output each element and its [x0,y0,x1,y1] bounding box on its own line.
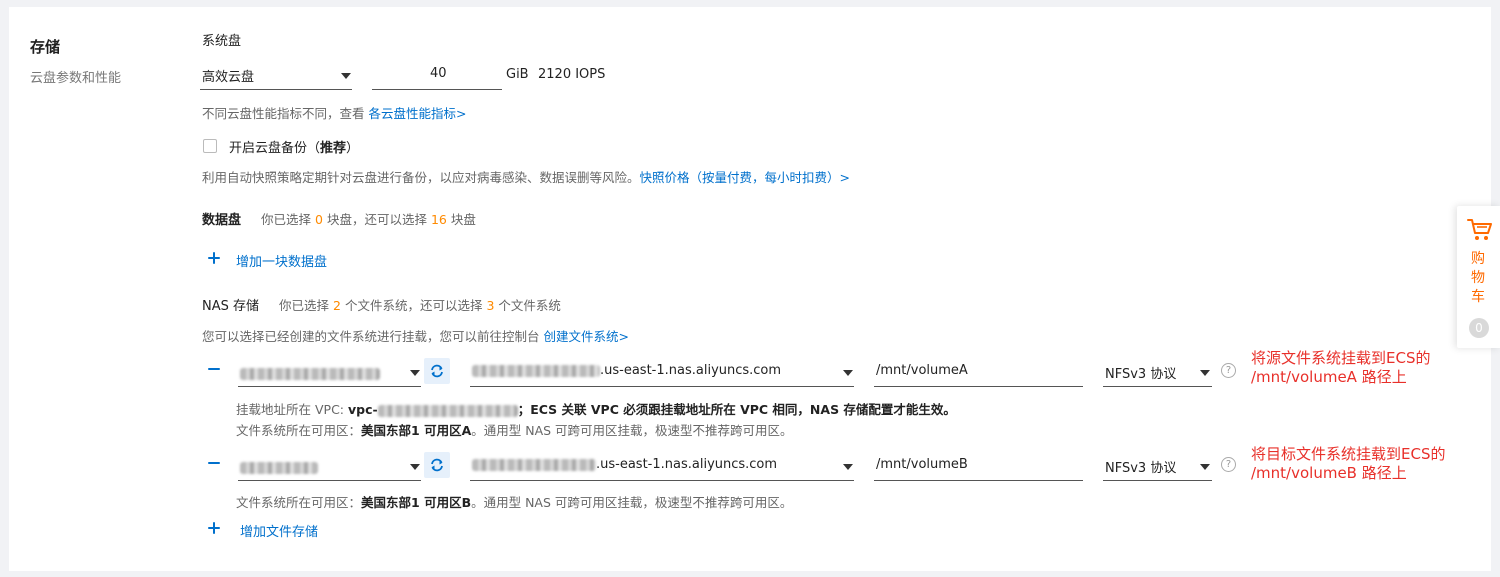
refresh-a-button[interactable] [424,358,450,384]
snapshot-price-link[interactable]: 快照价格（按量付费，每小时扣费）> [640,170,850,185]
mount-path-b-value: /mnt/volumeB [876,457,968,472]
help-icon[interactable]: ? [1221,457,1236,472]
mount-target-a-value: .us-east-1.nas.aliyuncs.com [472,363,781,378]
file-system-b-select[interactable] [238,451,421,481]
cart-label: 购物车 [1471,251,1485,305]
file-system-b-value [240,460,318,475]
help-icon[interactable]: ? [1221,363,1236,378]
chevron-down-icon [1200,370,1210,376]
refresh-b-button[interactable] [424,452,450,478]
protocol-a-select[interactable]: NFSv3 协议 [1103,357,1212,387]
annotation-mount-a-line1: 将源文件系统挂载到ECS的 [1251,349,1431,367]
add-data-disk-button[interactable]: 增加一块数据盘 [236,251,327,270]
nas-remaining-count: 3 [486,298,495,313]
data-disk-status-mid: 块盘，还可以选择 [326,212,427,227]
vpc-warning: ；ECS 关联 VPC 必须跟挂载地址所在 VPC 相同，NAS 存储配置才能生… [517,402,956,417]
nas-status: 你已选择 2 个文件系统，还可以选择 3 个文件系统 [279,295,561,314]
annotation-mount-b: 将目标文件系统挂载到ECS的 /mnt/volumeB 路径上 [1251,445,1445,483]
annotation-mount-b-line2: /mnt/volumeB 路径上 [1251,464,1407,482]
vpc-note-a: 挂载地址所在 VPC: vpc- ；ECS 关联 VPC 必须跟挂载地址所在 VP… [236,399,956,418]
backup-checkbox[interactable] [203,139,217,153]
remove-mount-b-icon[interactable] [203,452,225,474]
data-disk-selected-count: 0 [315,212,323,227]
zone-a-value: 美国东部1 可用区A [361,423,472,438]
file-system-a-select[interactable] [238,357,421,387]
system-disk-unit: GiB [506,67,529,82]
nas-selected-count: 2 [333,298,341,313]
annotation-mount-a: 将源文件系统挂载到ECS的 /mnt/volumeA 路径上 [1251,349,1430,387]
mount-target-a-select[interactable]: .us-east-1.nas.aliyuncs.com [470,357,854,387]
storage-card: 存储 云盘参数和性能 系统盘 高效云盘 40 GiB 2120 IOPS 不同云… [9,7,1491,571]
protocol-b-value: NFSv3 协议 [1105,461,1177,476]
chevron-down-icon [843,464,853,470]
add-file-storage-button[interactable]: 增加文件存储 [240,521,318,540]
chevron-down-icon [410,464,420,470]
zone-b-value: 美国东部1 可用区B [361,495,472,510]
vpc-label: 挂载地址所在 VPC: [236,402,345,417]
create-file-system-link[interactable]: 创建文件系统> [544,329,629,344]
nas-note-text: 您可以选择已经创建的文件系统进行挂载，您可以前往控制台 [202,329,540,344]
shopping-cart-tab[interactable]: 购物车 0 [1457,206,1500,348]
backup-label[interactable]: 开启云盘备份（推荐） [229,137,359,156]
zone-b-note: 。通用型 NAS 可跨可用区挂载，极速型不推荐跨可用区。 [471,495,793,510]
mount-target-a-suffix: .us-east-1.nas.aliyuncs.com [600,363,782,378]
data-disk-status-pre: 你已选择 [261,212,312,227]
zone-a-label: 文件系统所在可用区： [236,423,362,438]
system-disk-type-select[interactable]: 高效云盘 [200,60,352,90]
nas-status-post: 个文件系统 [498,298,561,313]
cart-count-badge: 0 [1469,318,1489,338]
protocol-b-select[interactable]: NFSv3 协议 [1103,451,1212,481]
section-subtitle: 云盘参数和性能 [30,71,122,86]
vpc-prefix: vpc- [348,402,378,417]
file-system-a-value [240,366,380,381]
disk-performance-note: 不同云盘性能指标不同，查看 各云盘性能指标> [202,103,466,122]
annotation-mount-a-line2: /mnt/volumeA 路径上 [1251,368,1407,386]
chevron-down-icon [410,370,420,376]
nas-note: 您可以选择已经创建的文件系统进行挂载，您可以前往控制台 创建文件系统> [202,326,629,345]
backup-description-text: 利用自动快照策略定期针对云盘进行备份，以应对病毒感染、数据误删等风险。 [202,170,640,185]
disk-performance-text: 不同云盘性能指标不同，查看 [202,106,365,121]
section-title: 存储 [30,38,61,56]
backup-label-text: 开启云盘备份（ [229,141,321,156]
system-disk-size-value: 40 [430,66,447,81]
nas-status-mid: 个文件系统，还可以选择 [344,298,483,313]
data-disk-label: 数据盘 [202,213,242,228]
refresh-icon [431,364,443,378]
chevron-down-icon [843,370,853,376]
zone-note-a: 文件系统所在可用区：美国东部1 可用区A。通用型 NAS 可跨可用区挂载，极速型… [236,420,793,439]
system-disk-size-input[interactable]: 40 [372,60,502,90]
cart-icon [1467,219,1492,240]
mount-target-b-select[interactable]: .us-east-1.nas.aliyuncs.com [470,451,854,481]
protocol-a-value: NFSv3 协议 [1105,367,1177,382]
backup-description: 利用自动快照策略定期针对云盘进行备份，以应对病毒感染、数据误删等风险。快照价格（… [202,167,850,186]
chevron-down-icon [1200,464,1210,470]
nas-label: NAS 存储 [202,299,260,314]
system-disk-type-value: 高效云盘 [202,70,255,85]
data-disk-status-post: 块盘 [450,212,476,227]
zone-b-label: 文件系统所在可用区： [236,495,362,510]
data-disk-status: 你已选择 0 块盘，还可以选择 16 块盘 [261,209,476,228]
system-disk-label: 系统盘 [202,34,242,49]
chevron-down-icon [341,73,351,79]
mount-path-b-input[interactable]: /mnt/volumeB [874,451,1083,481]
disk-performance-link[interactable]: 各云盘性能指标> [369,106,467,121]
zone-a-note: 。通用型 NAS 可跨可用区挂载，极速型不推荐跨可用区。 [471,423,793,438]
annotation-mount-b-line1: 将目标文件系统挂载到ECS的 [1251,445,1446,463]
add-file-storage-icon[interactable] [203,517,225,539]
mount-target-b-suffix: .us-east-1.nas.aliyuncs.com [596,457,778,472]
remove-mount-a-icon[interactable] [203,358,225,380]
add-data-disk-icon[interactable] [203,247,225,269]
mount-path-a-input[interactable]: /mnt/volumeA [874,357,1083,387]
backup-label-recommend: 推荐 [320,141,347,156]
system-disk-iops: 2120 IOPS [538,67,606,82]
zone-note-b: 文件系统所在可用区：美国东部1 可用区B。通用型 NAS 可跨可用区挂载，极速型… [236,492,792,511]
mount-path-a-value: /mnt/volumeA [876,363,968,378]
refresh-icon [431,458,443,472]
mount-target-b-value: .us-east-1.nas.aliyuncs.com [472,457,777,472]
data-disk-remaining-count: 16 [430,212,447,227]
nas-status-pre: 你已选择 [279,298,330,313]
backup-label-close: ） [346,141,360,156]
